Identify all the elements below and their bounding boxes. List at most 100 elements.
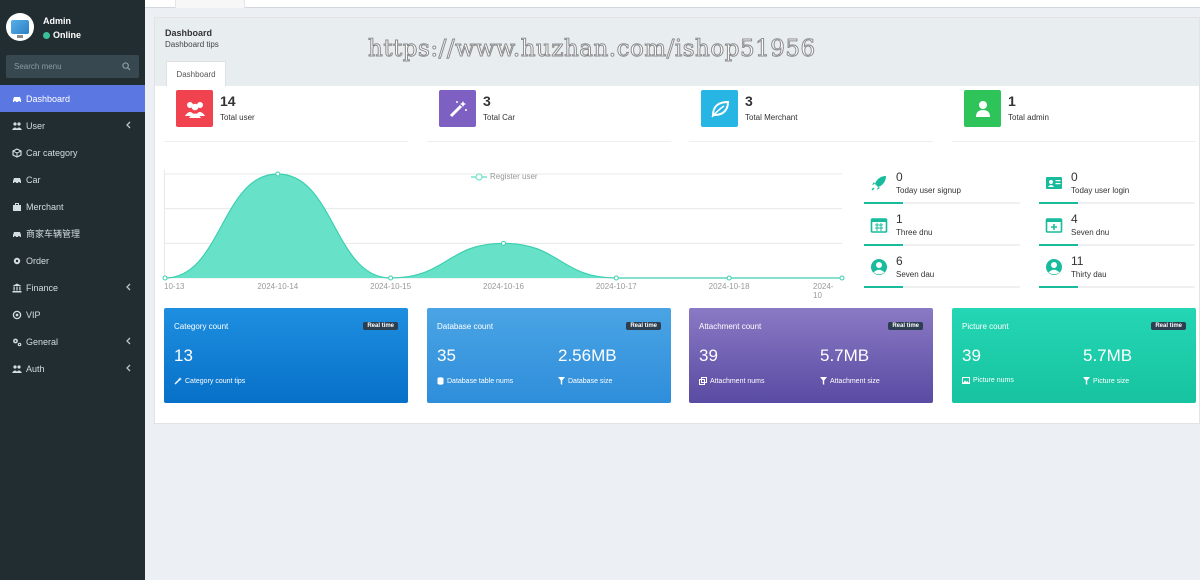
user-circle-icon [871,259,887,275]
page-subtitle: Dashboard tips [165,40,219,49]
progress-bar [864,202,1020,204]
mini-stat-value: 6 [896,254,903,268]
mini-stat-value: 0 [896,170,903,184]
search-input[interactable] [6,55,139,78]
stat-value: 14 [220,93,236,109]
user-name: Admin [43,16,71,26]
x-tick-label: 2024-10-18 [708,282,750,291]
data-point[interactable] [839,275,845,281]
sidebar-item-general[interactable]: General [0,328,145,355]
chart-legend[interactable]: Register user [471,172,538,181]
status-badge: Real time [888,322,923,330]
data-point[interactable] [275,171,281,177]
progress-fill [1039,244,1078,246]
data-point[interactable] [726,275,732,281]
card-attachment-count: Attachment count Real time 39 5.7MB Atta… [689,308,933,403]
chevron-left-icon [126,121,131,129]
sidebar-item-merchant[interactable]: Merchant [0,193,145,220]
sidebar-item-label: Auth [26,363,45,374]
stat-icon-box [964,90,1001,127]
monitor-icon [11,20,29,38]
stat-label: Total Merchant [745,113,798,122]
data-point[interactable] [613,275,619,281]
data-point[interactable] [388,275,394,281]
card-value: 35 [437,346,456,365]
sidebar-item-label: Car category [26,147,78,158]
card-category-count: Category count Real time 13 Category cou… [164,308,408,403]
page-title: Dashboard [165,28,213,38]
card-value-secondary: 2.56MB [558,346,617,365]
cogs-icon [13,338,22,346]
user-circle-icon [1046,259,1062,275]
card-tip-label: Category count tips [185,377,246,385]
stat-total-admin: 1 Total admin [952,90,1196,142]
sidebar-item-merchant-vehicles[interactable]: 商家车辆管理 [0,220,145,247]
mini-stat-label: Three dnu [896,228,933,237]
mini-stat-label: Today user signup [896,186,961,195]
sidebar-item-label: 商家车辆管理 [26,229,81,239]
mini-stat-three-dnu: 1 Three dnu [864,212,1020,254]
card-tip-label: Picture nums [973,377,1014,384]
card-tip: Database table nums [437,377,513,385]
status-badge: Real time [626,322,661,330]
stat-label: Total Car [483,113,516,122]
bank-icon [12,283,22,292]
tab-dashboard[interactable]: Dashboard [166,61,226,86]
data-point[interactable] [501,240,506,246]
progress-fill [1039,286,1078,288]
sidebar-item-vip[interactable]: VIP [0,301,145,328]
card-tip: Picture nums [962,377,1014,384]
top-tab[interactable] [175,0,245,8]
progress-bar [864,286,1020,288]
sidebar-item-finance[interactable]: Finance [0,274,145,301]
sidebar-item-auth[interactable]: Auth [0,355,145,382]
calendar-icon [870,218,888,233]
sidebar-menu: Dashboard User Car category Car Merchant… [0,85,145,382]
card-tip-label: Attachment size [830,377,880,385]
mini-stat-seven-dnu: 4 Seven dnu [1039,212,1195,254]
mini-stat-value: 4 [1071,212,1078,226]
database-icon [437,377,444,385]
stat-value: 3 [745,93,753,109]
card-tip: Category count tips [174,377,245,385]
card-database-count: Database count Real time 35 2.56MB Datab… [427,308,671,403]
stat-total-user: 14 Total user [164,90,408,142]
search-icon[interactable] [122,62,131,71]
card-title: Picture count [962,322,1009,331]
chevron-left-icon [126,337,131,345]
mini-stat-label: Seven dau [896,270,935,279]
legend-label: Register user [490,172,538,181]
sidebar-item-label: VIP [26,309,41,320]
watermark: https://www.huzhan.com/ishop51956 [368,36,816,63]
sidebar-item-dashboard[interactable]: Dashboard [0,85,145,112]
stat-icon-box [439,90,476,127]
id-card-icon [1046,177,1062,189]
filter-icon [558,377,565,385]
sidebar-item-order[interactable]: Order [0,247,145,274]
x-tick-label: 2024-10-17 [595,282,637,291]
stat-icon-box [701,90,738,127]
card-tip-label: Attachment nums [710,377,765,385]
register-user-chart: Register user 10-13 2024-10-14 2024-10-15 2… [162,170,845,300]
avatar[interactable] [6,13,34,41]
mini-stat-today-login: 0 Today user login [1039,170,1195,212]
sidebar-item-car[interactable]: Car [0,166,145,193]
sidebar-item-car-category[interactable]: Car category [0,139,145,166]
mini-stat-value: 11 [1071,254,1084,268]
card-title: Category count [174,322,229,331]
briefcase-icon [13,202,21,211]
x-tick-label: 2024-10-15 [370,282,412,291]
car-icon [13,231,21,238]
data-point[interactable] [162,275,168,281]
stat-total-car: 3 Total Car [427,90,671,142]
chevron-left-icon [126,283,131,291]
progress-bar [1039,202,1195,204]
card-tip-secondary: Attachment size [820,377,880,385]
stat-label: Total admin [1008,113,1049,122]
sidebar-item-user[interactable]: User [0,112,145,139]
card-tip-secondary: Picture size [1083,377,1129,385]
series-area [165,174,842,278]
x-tick-label: 2024-10-16 [483,282,524,291]
card-tip: Attachment nums [699,377,764,385]
card-tip-label: Database size [568,377,613,385]
